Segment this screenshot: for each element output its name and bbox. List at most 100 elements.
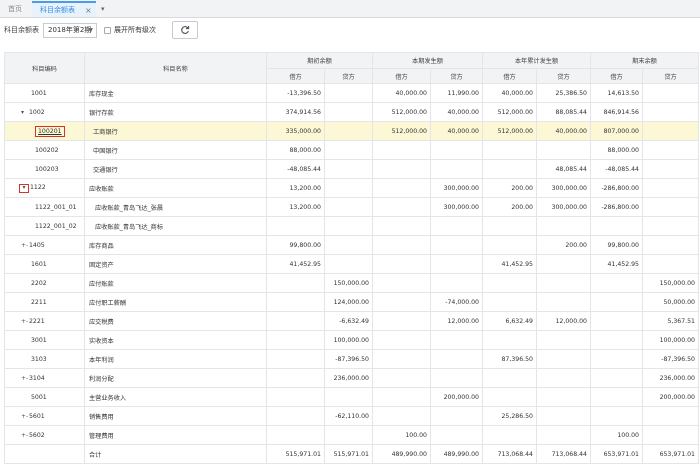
table-row[interactable]: 1122_001_01 应收账款_青岛飞达_张晨 13,200.00 300,000.…: [4, 197, 699, 217]
amount-cell: 512,000.00: [372, 102, 431, 122]
expand-toggle-icon[interactable]: +-: [21, 242, 29, 249]
table-row[interactable]: 1122_001_02 应收账款_青岛飞达_商标: [4, 216, 699, 236]
tab-home[interactable]: 首页: [0, 1, 32, 17]
chevron-down-icon[interactable]: ▾: [96, 1, 110, 17]
period-select[interactable]: 2018年第2期 ▼: [43, 22, 97, 38]
amount-cell: [590, 273, 643, 293]
amount-cell: 13,200.00: [266, 178, 325, 198]
col-header-credit: 贷方: [642, 68, 699, 84]
account-name: 固定资产: [84, 254, 267, 274]
amount-cell: [372, 216, 431, 236]
amount-cell: 99,800.00: [266, 235, 325, 255]
account-code-cell[interactable]: 2211: [4, 292, 85, 312]
account-code-cell[interactable]: +-1405: [4, 235, 85, 255]
expand-toggle-icon[interactable]: +-: [21, 318, 29, 325]
amount-cell: [642, 102, 699, 122]
report-label: 科目余额表: [4, 26, 39, 34]
amount-cell: [324, 197, 373, 217]
col-header-name[interactable]: 科目名称: [84, 52, 267, 84]
account-code-cell[interactable]: 1122_001_02: [4, 216, 85, 236]
collapse-toggle-icon[interactable]: ▾: [19, 183, 29, 193]
account-code-cell[interactable]: 2202: [4, 273, 85, 293]
amount-cell: [266, 311, 325, 331]
amount-cell: 512,000.00: [482, 121, 537, 141]
account-code-cell[interactable]: 5001: [4, 387, 85, 407]
account-code-cell[interactable]: 100203: [4, 159, 85, 179]
table-row[interactable]: +-1405 库存商品 99,800.00 200.00 99,800.00: [4, 235, 699, 255]
amount-cell: -286,800.00: [590, 178, 643, 198]
table-row[interactable]: ▾ 1002 银行存款 374,914.56 512,000.00 40,000.00 51…: [4, 102, 699, 122]
table-row[interactable]: 100201 工商银行 335,000.00 512,000.00 40,000.00 5…: [4, 121, 699, 141]
amount-cell: -48,085.44: [590, 159, 643, 179]
amount-cell: [536, 368, 591, 388]
account-code: 2202: [31, 279, 47, 287]
amount-cell: 12,000.00: [536, 311, 591, 331]
table-row[interactable]: +-3104 利润分配 236,000.00 236,000.00: [4, 368, 699, 388]
account-name: 应付账款: [84, 273, 267, 293]
table-row[interactable]: 2202 应付账款 150,000.00 150,000.00: [4, 273, 699, 293]
table-row[interactable]: +-2221 应交税费 -6,632.49 12,000.00 6,632.49 12,0…: [4, 311, 699, 331]
amount-cell: [372, 159, 431, 179]
account-code[interactable]: 100201: [35, 125, 65, 137]
account-code-cell[interactable]: 1122_001_01: [4, 197, 85, 217]
checkbox-label: 展开所有级次: [114, 26, 156, 34]
amount-cell: 25,386.50: [536, 83, 591, 103]
account-code-cell[interactable]: 1601: [4, 254, 85, 274]
table-row[interactable]: ▾ 1122 应收账款 13,200.00 300,000.00 200.00 300,00…: [4, 178, 699, 198]
account-name: 本年利润: [84, 349, 267, 369]
col-header-debit: 借方: [372, 68, 431, 84]
close-icon[interactable]: ×: [85, 6, 92, 15]
amount-cell: [372, 140, 431, 160]
col-header-code[interactable]: 科目编码: [4, 52, 85, 84]
amount-cell: [372, 254, 431, 274]
table-row[interactable]: 100202 中国银行 88,000.00 88,000.00: [4, 140, 699, 160]
table-row[interactable]: 3001 实收资本 100,000.00 100,000.00: [4, 330, 699, 350]
amount-cell: 653,971.01: [590, 444, 643, 464]
total-row[interactable]: 合计 515,971.01 515,971.01 489,990.00 489,990.…: [4, 444, 699, 464]
amount-cell: 200.00: [482, 197, 537, 217]
refresh-button[interactable]: [172, 21, 198, 39]
table-row[interactable]: 2211 应付职工薪酬 124,000.00 -74,000.00 50,000.00: [4, 292, 699, 312]
table-row[interactable]: 3103 本年利润 -87,396.50 87,396.50 -87,396.50: [4, 349, 699, 369]
checkbox-icon[interactable]: [104, 26, 111, 34]
amount-cell: 150,000.00: [324, 273, 373, 293]
expand-toggle-icon[interactable]: +-: [21, 413, 29, 420]
account-code: 5602: [29, 431, 45, 439]
table-row[interactable]: +-5601 销售费用 -62,110.00 25,286.50: [4, 406, 699, 426]
account-code-cell[interactable]: 100201: [4, 121, 85, 141]
account-code-cell[interactable]: +-3104: [4, 368, 85, 388]
amount-cell: 12,000.00: [430, 311, 483, 331]
account-code-cell[interactable]: 3001: [4, 330, 85, 350]
amount-cell: [324, 83, 373, 103]
table-row[interactable]: 5001 主营业务收入 200,000.00 200,000.00: [4, 387, 699, 407]
account-code-cell[interactable]: ▾ 1002: [4, 102, 85, 122]
account-code: 3103: [31, 355, 47, 363]
table-row[interactable]: 1001 库存现金 -13,396.50 40,000.00 11,990.00 40,0…: [4, 83, 699, 103]
account-code-cell[interactable]: [4, 444, 85, 464]
amount-cell: [324, 159, 373, 179]
col-header-current: 本期发生额: [372, 52, 483, 69]
account-code-cell[interactable]: ▾ 1122: [4, 178, 85, 198]
account-code-cell[interactable]: +-5602: [4, 425, 85, 445]
amount-cell: [266, 216, 325, 236]
show-all-levels-checkbox[interactable]: 展开所有级次: [104, 25, 156, 35]
account-code-cell[interactable]: 3103: [4, 349, 85, 369]
tab-account-balance[interactable]: 科目余额表 ×: [32, 1, 96, 17]
amount-cell: 88,000.00: [590, 140, 643, 160]
account-code-cell[interactable]: +-2221: [4, 311, 85, 331]
account-name: 实收资本: [84, 330, 267, 350]
amount-cell: 88,085.44: [536, 102, 591, 122]
col-header-credit: 贷方: [430, 68, 483, 84]
account-code-cell[interactable]: 100202: [4, 140, 85, 160]
table-row[interactable]: 100203 交通银行 -48,085.44 48,085.44 -48,085.44: [4, 159, 699, 179]
table-row[interactable]: 1601 固定资产 41,452.95 41,452.95 41,452.95: [4, 254, 699, 274]
expand-toggle-icon[interactable]: +-: [21, 375, 29, 382]
expand-toggle-icon[interactable]: +-: [21, 432, 29, 439]
table-row[interactable]: +-5602 管理费用 100.00 100.00: [4, 425, 699, 445]
account-code-cell[interactable]: 1001: [4, 83, 85, 103]
collapse-toggle-icon[interactable]: ▾: [21, 109, 29, 116]
amount-cell: [372, 292, 431, 312]
account-code: 3104: [29, 374, 45, 382]
amount-cell: [536, 292, 591, 312]
account-code-cell[interactable]: +-5601: [4, 406, 85, 426]
